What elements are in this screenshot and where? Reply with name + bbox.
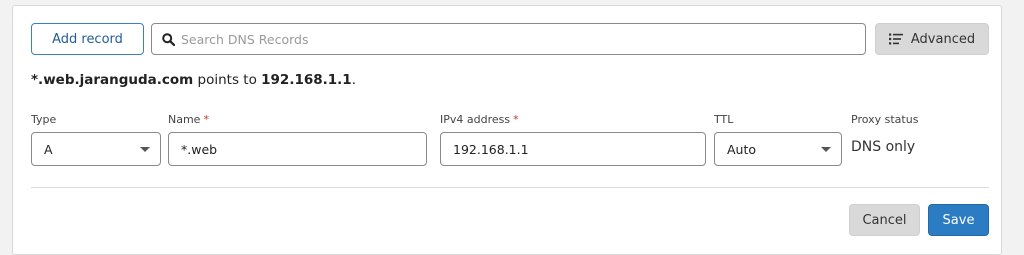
summary-target: 192.168.1.1 <box>261 72 352 88</box>
search-input[interactable] <box>181 31 841 47</box>
name-label: Name * <box>168 113 209 126</box>
add-record-label: Add record <box>52 31 123 47</box>
name-label-text: Name <box>168 113 201 126</box>
ipv4-field[interactable] <box>440 132 706 166</box>
search-box[interactable] <box>151 23 866 55</box>
ipv4-label: IPv4 address * <box>440 113 519 126</box>
cancel-button[interactable]: Cancel <box>849 204 920 236</box>
ttl-label: TTL <box>714 113 733 126</box>
ttl-label-text: TTL <box>714 113 734 126</box>
cancel-label: Cancel <box>862 212 907 228</box>
search-icon <box>162 32 175 46</box>
ipv4-input[interactable] <box>453 141 680 157</box>
proxy-status-value: DNS only <box>851 139 916 155</box>
ipv4-required-mark: * <box>513 113 519 126</box>
name-required-mark: * <box>203 113 209 126</box>
proxy-status-label: Proxy status <box>851 113 918 126</box>
record-summary: *.web.jaranguda.com points to 192.168.1.… <box>31 72 356 88</box>
type-label: Type <box>31 113 56 126</box>
name-input[interactable] <box>181 141 402 157</box>
advanced-button[interactable]: Advanced <box>875 23 989 55</box>
proxy-status-label-text: Proxy status <box>851 113 919 126</box>
ttl-select[interactable]: Auto <box>714 132 842 166</box>
type-value: A <box>44 141 53 157</box>
summary-end: . <box>351 72 356 88</box>
name-field[interactable] <box>168 132 427 166</box>
ttl-value: Auto <box>727 141 757 157</box>
save-button[interactable]: Save <box>928 204 989 236</box>
summary-record-name: *.web.jaranguda.com <box>31 72 194 88</box>
type-label-text: Type <box>31 113 57 126</box>
type-select[interactable]: A <box>31 132 161 166</box>
add-record-button[interactable]: Add record <box>31 23 144 55</box>
save-label: Save <box>942 212 975 228</box>
advanced-label: Advanced <box>910 31 976 47</box>
chevron-down-icon <box>140 147 150 152</box>
summary-connector: points to <box>193 72 262 88</box>
filter-list-icon <box>888 33 903 45</box>
divider <box>31 187 989 188</box>
ipv4-label-text: IPv4 address <box>440 113 511 126</box>
dns-record-editor: Add record Advanced *.web.jaranguda.com … <box>12 5 1002 255</box>
chevron-down-icon <box>821 147 831 152</box>
